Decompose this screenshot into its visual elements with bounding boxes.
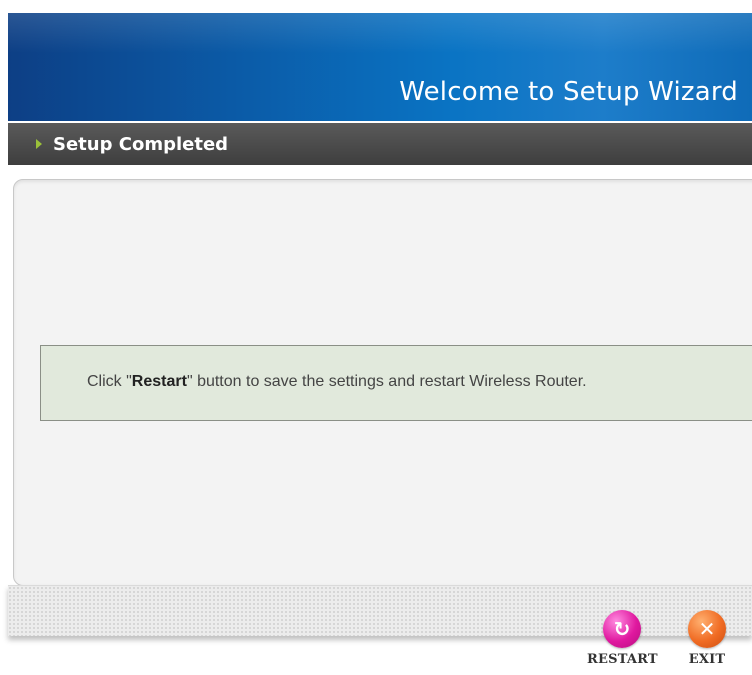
wizard-header: Welcome to Setup Wizard — [8, 13, 752, 121]
section-titlebar: Setup Completed — [8, 123, 752, 165]
exit-label[interactable]: EXIT — [672, 652, 742, 667]
info-message-box: Click "Restart" button to save the setti… — [40, 345, 752, 421]
message-suffix: " button to save the settings and restar… — [186, 373, 587, 390]
section-title: Setup Completed — [53, 134, 229, 155]
arrow-right-icon — [36, 139, 42, 149]
message-bold-restart: Restart — [131, 373, 187, 390]
close-icon[interactable]: ✕ — [688, 610, 726, 648]
restart-button[interactable]: ↻ RESTART — [587, 610, 658, 667]
exit-button[interactable]: ✕ EXIT — [672, 610, 742, 667]
refresh-icon[interactable]: ↻ — [603, 610, 641, 648]
info-message: Click "Restart" button to save the setti… — [87, 373, 587, 391]
wizard-title: Welcome to Setup Wizard — [399, 77, 738, 107]
restart-label[interactable]: RESTART — [587, 652, 658, 667]
message-prefix: Click " — [87, 373, 132, 390]
